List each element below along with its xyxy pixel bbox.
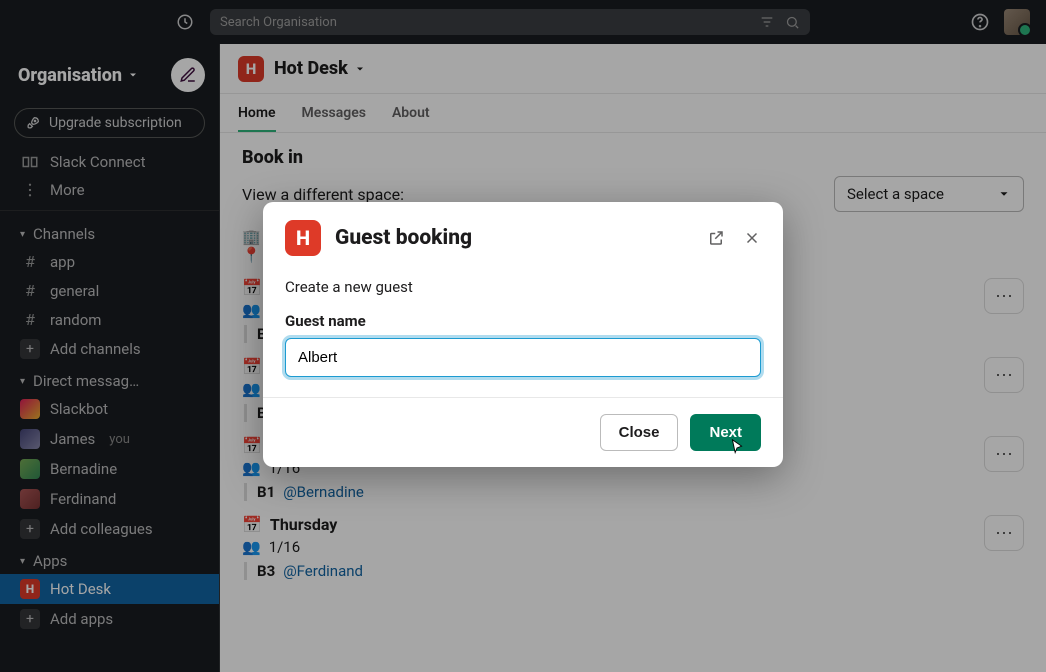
modal-subtitle: Create a new guest [285, 278, 761, 296]
modal-title: Guest booking [335, 226, 693, 250]
close-icon[interactable] [743, 229, 761, 247]
next-label: Next [709, 424, 742, 441]
close-button[interactable]: Close [600, 414, 679, 451]
modal: H Guest booking Create a new guest Guest… [263, 202, 783, 467]
modal-overlay[interactable]: H Guest booking Create a new guest Guest… [0, 0, 1046, 672]
next-button[interactable]: Next [690, 414, 761, 451]
field-label: Guest name [285, 312, 761, 330]
open-external-icon[interactable] [707, 229, 725, 247]
guest-name-input[interactable] [285, 338, 761, 377]
hotdesk-logo: H [285, 220, 321, 256]
